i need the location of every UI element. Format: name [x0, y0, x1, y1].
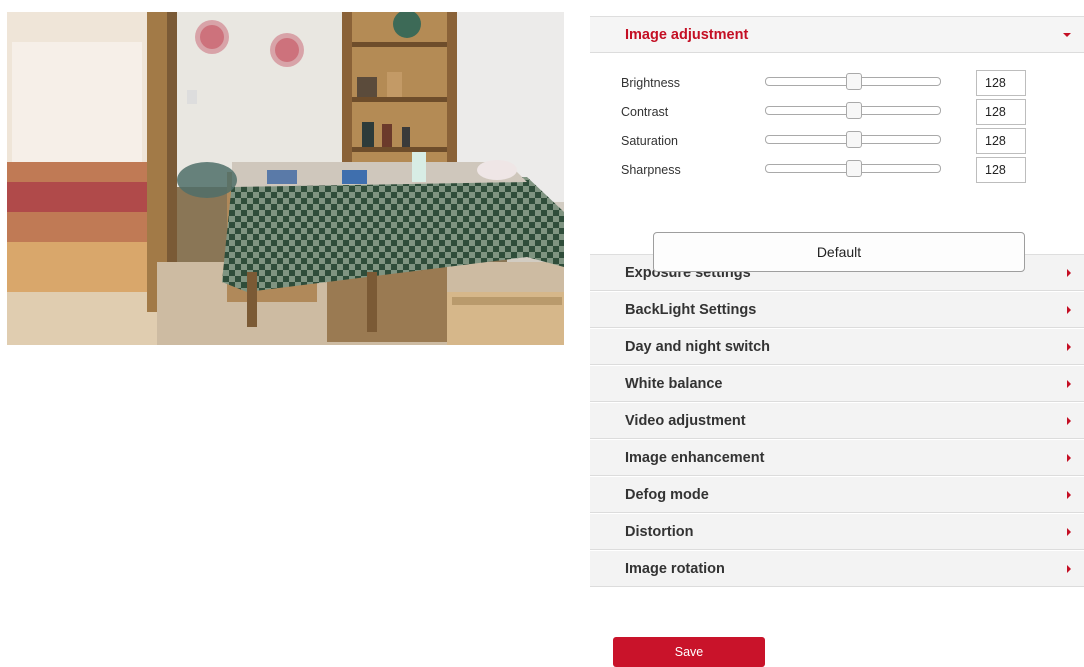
sharpness-value-input[interactable]: 128	[976, 157, 1026, 183]
image-adjustment-body: Brightness 128 Contrast 128 Saturation 1…	[590, 53, 1084, 272]
section-header-defog-mode[interactable]: Defog mode	[590, 476, 1084, 513]
brightness-value-input[interactable]: 128	[976, 70, 1026, 96]
chevron-right-icon	[1067, 453, 1071, 462]
chevron-right-icon	[1067, 305, 1071, 314]
section-title: BackLight Settings	[625, 301, 757, 318]
collapsed-sections: Exposure settings BackLight Settings Day a…	[590, 254, 1084, 587]
slider-thumb[interactable]	[846, 73, 862, 90]
chevron-right-icon	[1067, 379, 1071, 388]
section-title: Defog mode	[625, 486, 709, 503]
section-title: Day and night switch	[625, 338, 771, 355]
slider-label: Sharpness	[621, 162, 681, 177]
chevron-right-icon	[1067, 490, 1071, 499]
contrast-slider[interactable]	[765, 102, 941, 119]
saturation-slider[interactable]	[765, 131, 941, 148]
brightness-slider[interactable]	[765, 73, 941, 90]
default-button[interactable]: Default	[653, 232, 1025, 272]
chevron-right-icon	[1067, 342, 1071, 351]
chevron-right-icon	[1067, 564, 1071, 573]
section-title: Image enhancement	[625, 449, 765, 466]
chevron-right-icon	[1067, 527, 1071, 536]
slider-label: Contrast	[621, 104, 669, 119]
camera-preview	[7, 12, 564, 345]
section-header-day-and-night-switch[interactable]: Day and night switch	[590, 328, 1084, 365]
section-title: Image rotation	[625, 560, 725, 577]
section-header-image-enhancement[interactable]: Image enhancement	[590, 439, 1084, 476]
section-header-backlight-settings[interactable]: BackLight Settings	[590, 291, 1084, 328]
section-header-white-balance[interactable]: White balance	[590, 365, 1084, 402]
slider-thumb[interactable]	[846, 102, 862, 119]
section-title: Image adjustment	[625, 26, 749, 43]
section-header-distortion[interactable]: Distortion	[590, 513, 1084, 550]
section-title: Video adjustment	[625, 412, 746, 429]
chevron-right-icon	[1067, 416, 1071, 425]
image-settings-panel: Image adjustment Brightness 128 Contrast…	[590, 16, 1084, 587]
section-title: Distortion	[625, 523, 694, 540]
save-button[interactable]: Save	[613, 637, 765, 667]
slider-row-contrast: Contrast 128	[590, 97, 1084, 126]
contrast-value-input[interactable]: 128	[976, 99, 1026, 125]
section-header-image-rotation[interactable]: Image rotation	[590, 550, 1084, 587]
slider-label: Saturation	[621, 133, 678, 148]
slider-thumb[interactable]	[846, 160, 862, 177]
section-header-video-adjustment[interactable]: Video adjustment	[590, 402, 1084, 439]
camera-preview-image	[7, 12, 564, 345]
slider-row-sharpness: Sharpness 128	[590, 155, 1084, 184]
saturation-value-input[interactable]: 128	[976, 128, 1026, 154]
section-header-image-adjustment[interactable]: Image adjustment	[590, 16, 1084, 53]
sharpness-slider[interactable]	[765, 160, 941, 177]
chevron-down-icon	[1063, 32, 1071, 37]
section-title: White balance	[625, 375, 723, 392]
slider-label: Brightness	[621, 75, 681, 90]
slider-row-saturation: Saturation 128	[590, 126, 1084, 155]
chevron-right-icon	[1067, 268, 1071, 277]
slider-row-brightness: Brightness 128	[590, 68, 1084, 97]
slider-thumb[interactable]	[846, 131, 862, 148]
